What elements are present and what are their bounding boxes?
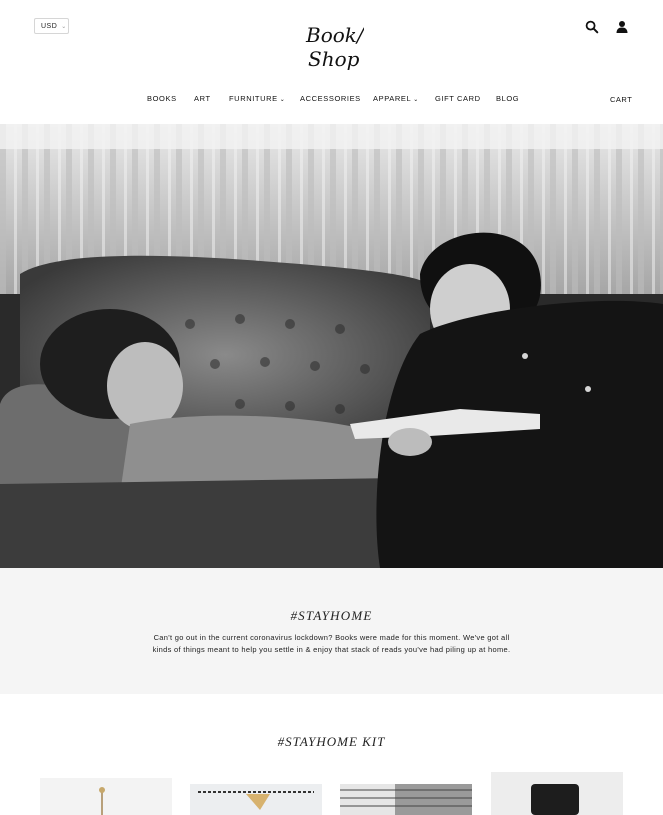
search-icon[interactable] — [585, 20, 599, 34]
product-card[interactable] — [340, 784, 472, 815]
nav-item-blog[interactable]: BLOG — [496, 94, 519, 103]
site-logo[interactable]: Book/ Shop — [300, 18, 366, 74]
main-nav: BOOKS ART FURNITURE ⌄ ACCESSORIES APPARE… — [0, 94, 663, 106]
nav-item-apparel[interactable]: APPAREL ⌄ — [373, 94, 419, 103]
stayhome-line-2: kinds of things meant to help you settle… — [152, 645, 511, 654]
chevron-down-icon: ⌄ — [61, 23, 67, 30]
currency-label: USD — [41, 22, 58, 30]
nav-item-art[interactable]: ART — [194, 94, 211, 103]
chevron-down-icon: ⌄ — [413, 97, 419, 103]
stayhome-description: Can't go out in the current coronavirus … — [132, 632, 532, 656]
user-icon[interactable] — [615, 20, 629, 34]
nav-label: GIFT CARD — [435, 94, 481, 103]
site-header: USD ⌄ Book/ Shop BOOKS ART FURNITURE ⌄ A… — [0, 0, 663, 124]
currency-selector[interactable]: USD ⌄ — [34, 18, 69, 34]
product-card[interactable] — [40, 778, 172, 815]
nav-label: APPAREL — [373, 94, 412, 103]
stayhome-kit-section: #STAYHOME KIT — [0, 694, 663, 815]
nav-item-gift-card[interactable]: GIFT CARD — [435, 94, 481, 103]
product-card[interactable] — [190, 784, 322, 815]
nav-item-accessories[interactable]: ACCESSORIES — [300, 94, 361, 103]
hero-image — [0, 124, 663, 568]
kit-title: #STAYHOME KIT — [277, 734, 386, 749]
nav-item-furniture[interactable]: FURNITURE ⌄ — [229, 94, 285, 103]
nav-label: BOOKS — [147, 94, 177, 103]
stayhome-line-1: Can't go out in the current coronavirus … — [153, 633, 510, 642]
logo-line-1: Book/ — [305, 23, 364, 47]
nav-label: ART — [194, 94, 211, 103]
nav-label: FURNITURE — [229, 94, 278, 103]
logo-line-2: Shop — [308, 47, 360, 71]
product-card[interactable] — [491, 772, 623, 815]
stayhome-section: #STAYHOME Can't go out in the current co… — [0, 568, 663, 694]
chevron-down-icon: ⌄ — [279, 97, 286, 103]
cart-link[interactable]: CART — [610, 95, 632, 104]
nav-item-books[interactable]: BOOKS — [147, 94, 177, 103]
stayhome-title: #STAYHOME — [290, 608, 373, 623]
nav-label: BLOG — [496, 94, 520, 103]
nav-label: ACCESSORIES — [300, 94, 361, 103]
